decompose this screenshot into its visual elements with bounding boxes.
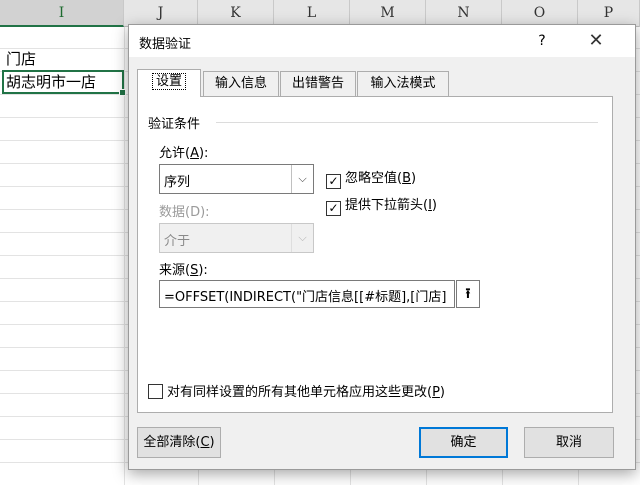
data-value: 介于 xyxy=(164,234,191,249)
chevron-down-icon[interactable]: ⌵ xyxy=(291,165,313,193)
data-label: 数据(D): xyxy=(159,205,210,220)
data-validation-dialog: 数据验证 ? ✕ 设置 输入信息 出错警告 输入法模式 验证条件 允许(A): … xyxy=(128,24,636,470)
checkmark-icon[interactable]: ✓ xyxy=(326,201,341,216)
tab-input-message[interactable]: 输入信息 xyxy=(203,71,279,97)
cancel-button[interactable]: 取消 xyxy=(524,427,614,458)
allow-label: 允许(A): xyxy=(159,146,209,161)
source-label: 来源(S): xyxy=(159,263,208,278)
tab-settings[interactable]: 设置 xyxy=(137,69,201,97)
allow-select[interactable]: 序列 ⌵ xyxy=(159,164,314,194)
cell-i2[interactable]: 门店 xyxy=(6,48,36,70)
column-header-l[interactable]: L xyxy=(274,0,350,27)
column-header-row: I J K L M N O P xyxy=(0,0,640,27)
tab-error-alert[interactable]: 出错警告 xyxy=(280,71,356,97)
in-cell-dropdown-checkbox[interactable]: ✓ 提供下拉箭头(I) xyxy=(326,194,437,216)
tab-ime-mode[interactable]: 输入法模式 xyxy=(357,71,449,97)
settings-panel: 验证条件 允许(A): 序列 ⌵ 数据(D): 介于 ⌵ ✓ 忽略空值(B) ✓ 提… xyxy=(137,96,613,413)
column-header-k[interactable]: K xyxy=(198,0,274,27)
column-header-n[interactable]: N xyxy=(426,0,502,27)
data-select: 介于 ⌵ xyxy=(159,223,314,253)
column-header-p[interactable]: P xyxy=(578,0,640,27)
clear-all-button[interactable]: 全部清除(C) xyxy=(137,427,221,458)
source-input[interactable]: =OFFSET(INDIRECT("门店信息[[#标题],[门店] xyxy=(159,280,455,308)
help-button[interactable]: ? xyxy=(525,29,559,53)
ok-button[interactable]: 确定 xyxy=(419,427,508,458)
column-header-m[interactable]: M xyxy=(350,0,426,27)
checkmark-icon[interactable]: ✓ xyxy=(326,174,341,189)
dialog-titlebar[interactable]: 数据验证 ? ✕ xyxy=(129,25,635,57)
active-cell-border xyxy=(2,70,126,96)
column-header-j[interactable]: J xyxy=(124,0,198,27)
collapse-range-icon[interactable]: ⭱ xyxy=(456,280,480,308)
dialog-title: 数据验证 xyxy=(139,37,192,52)
chevron-down-icon: ⌵ xyxy=(291,224,313,252)
checkbox-empty-icon[interactable] xyxy=(148,384,163,399)
apply-to-all-checkbox[interactable]: 对有同样设置的所有其他单元格应用这些更改(P) xyxy=(148,381,445,400)
column-header-o[interactable]: O xyxy=(502,0,578,27)
close-icon[interactable]: ✕ xyxy=(579,27,613,55)
source-value: =OFFSET(INDIRECT("门店信息[[#标题],[门店] xyxy=(164,290,447,305)
allow-value: 序列 xyxy=(164,175,191,190)
ignore-blank-checkbox[interactable]: ✓ 忽略空值(B) xyxy=(326,167,416,189)
validation-criteria-title: 验证条件 xyxy=(148,113,205,132)
column-header-i[interactable]: I xyxy=(0,0,124,27)
group-divider xyxy=(216,122,598,123)
